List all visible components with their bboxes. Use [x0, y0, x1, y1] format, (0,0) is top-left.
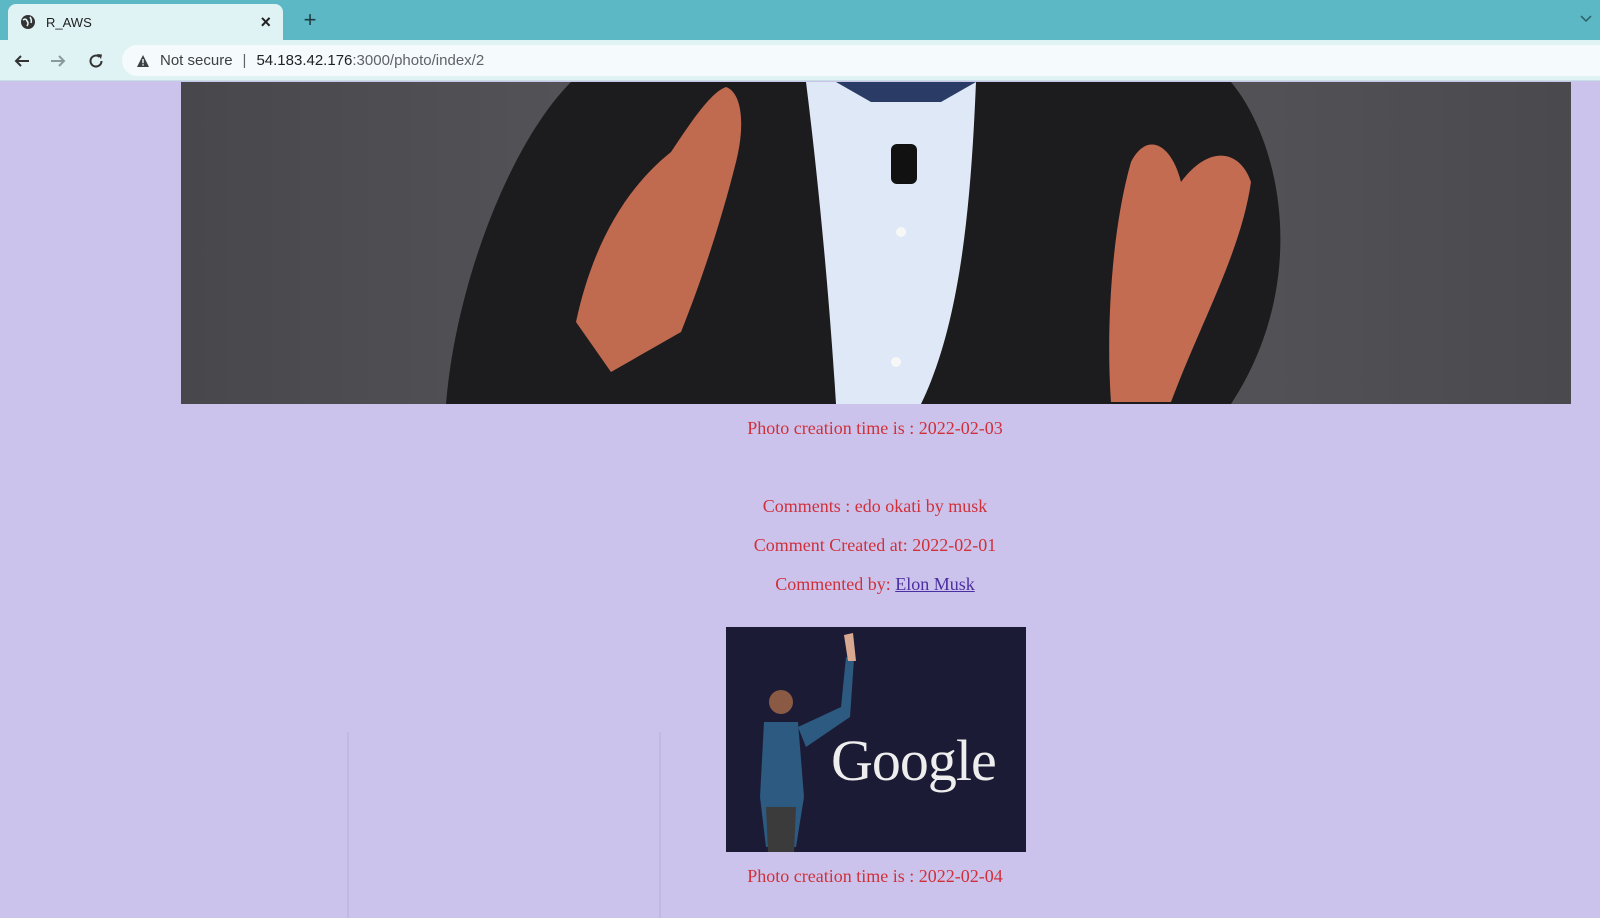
divider-left — [347, 732, 349, 918]
google-logo-text: Google — [831, 728, 997, 793]
tab-title: R_AWS — [46, 14, 92, 30]
reload-icon[interactable] — [84, 49, 108, 73]
security-label[interactable]: Not secure — [160, 52, 233, 69]
comment-created-at: Comment Created at: 2022-02-01 — [753, 535, 997, 555]
back-arrow-icon[interactable] — [10, 49, 34, 73]
page-content: Photo creation time is : 2022-02-03 Comm… — [0, 82, 1600, 918]
chevron-down-icon[interactable] — [1578, 10, 1594, 26]
url-host[interactable]: 54.183.42.176 — [256, 52, 352, 69]
globe-icon — [20, 14, 36, 30]
commented-by: Commented by: Elon Musk — [0, 574, 1600, 595]
url-path[interactable]: :3000/photo/index/2 — [352, 52, 484, 69]
comment-text: Comments : edo okati by musk — [762, 496, 988, 516]
commenter-link[interactable]: Elon Musk — [895, 574, 975, 594]
divider-right — [659, 732, 661, 918]
photo-thumbnail: Google — [726, 627, 1026, 852]
plus-icon[interactable]: + — [298, 8, 322, 32]
photo-image — [181, 82, 1571, 404]
browser-toolbar: Not secure | 54.183.42.176:3000/photo/in… — [0, 40, 1600, 81]
photo-creation-time: Photo creation time is : 2022-02-03 — [747, 418, 1003, 438]
forward-arrow-icon[interactable] — [46, 49, 70, 73]
browser-tab[interactable]: R_AWS × — [8, 4, 283, 40]
warning-icon[interactable] — [136, 54, 150, 68]
close-icon[interactable]: × — [260, 13, 271, 31]
url-separator: | — [242, 52, 247, 69]
address-bar[interactable]: Not secure | 54.183.42.176:3000/photo/in… — [122, 45, 1600, 76]
tab-strip: R_AWS × + — [0, 0, 1600, 40]
commented-by-label: Commented by: — [775, 574, 896, 594]
photo-creation-time-2: Photo creation time is : 2022-02-04 — [747, 866, 1003, 886]
